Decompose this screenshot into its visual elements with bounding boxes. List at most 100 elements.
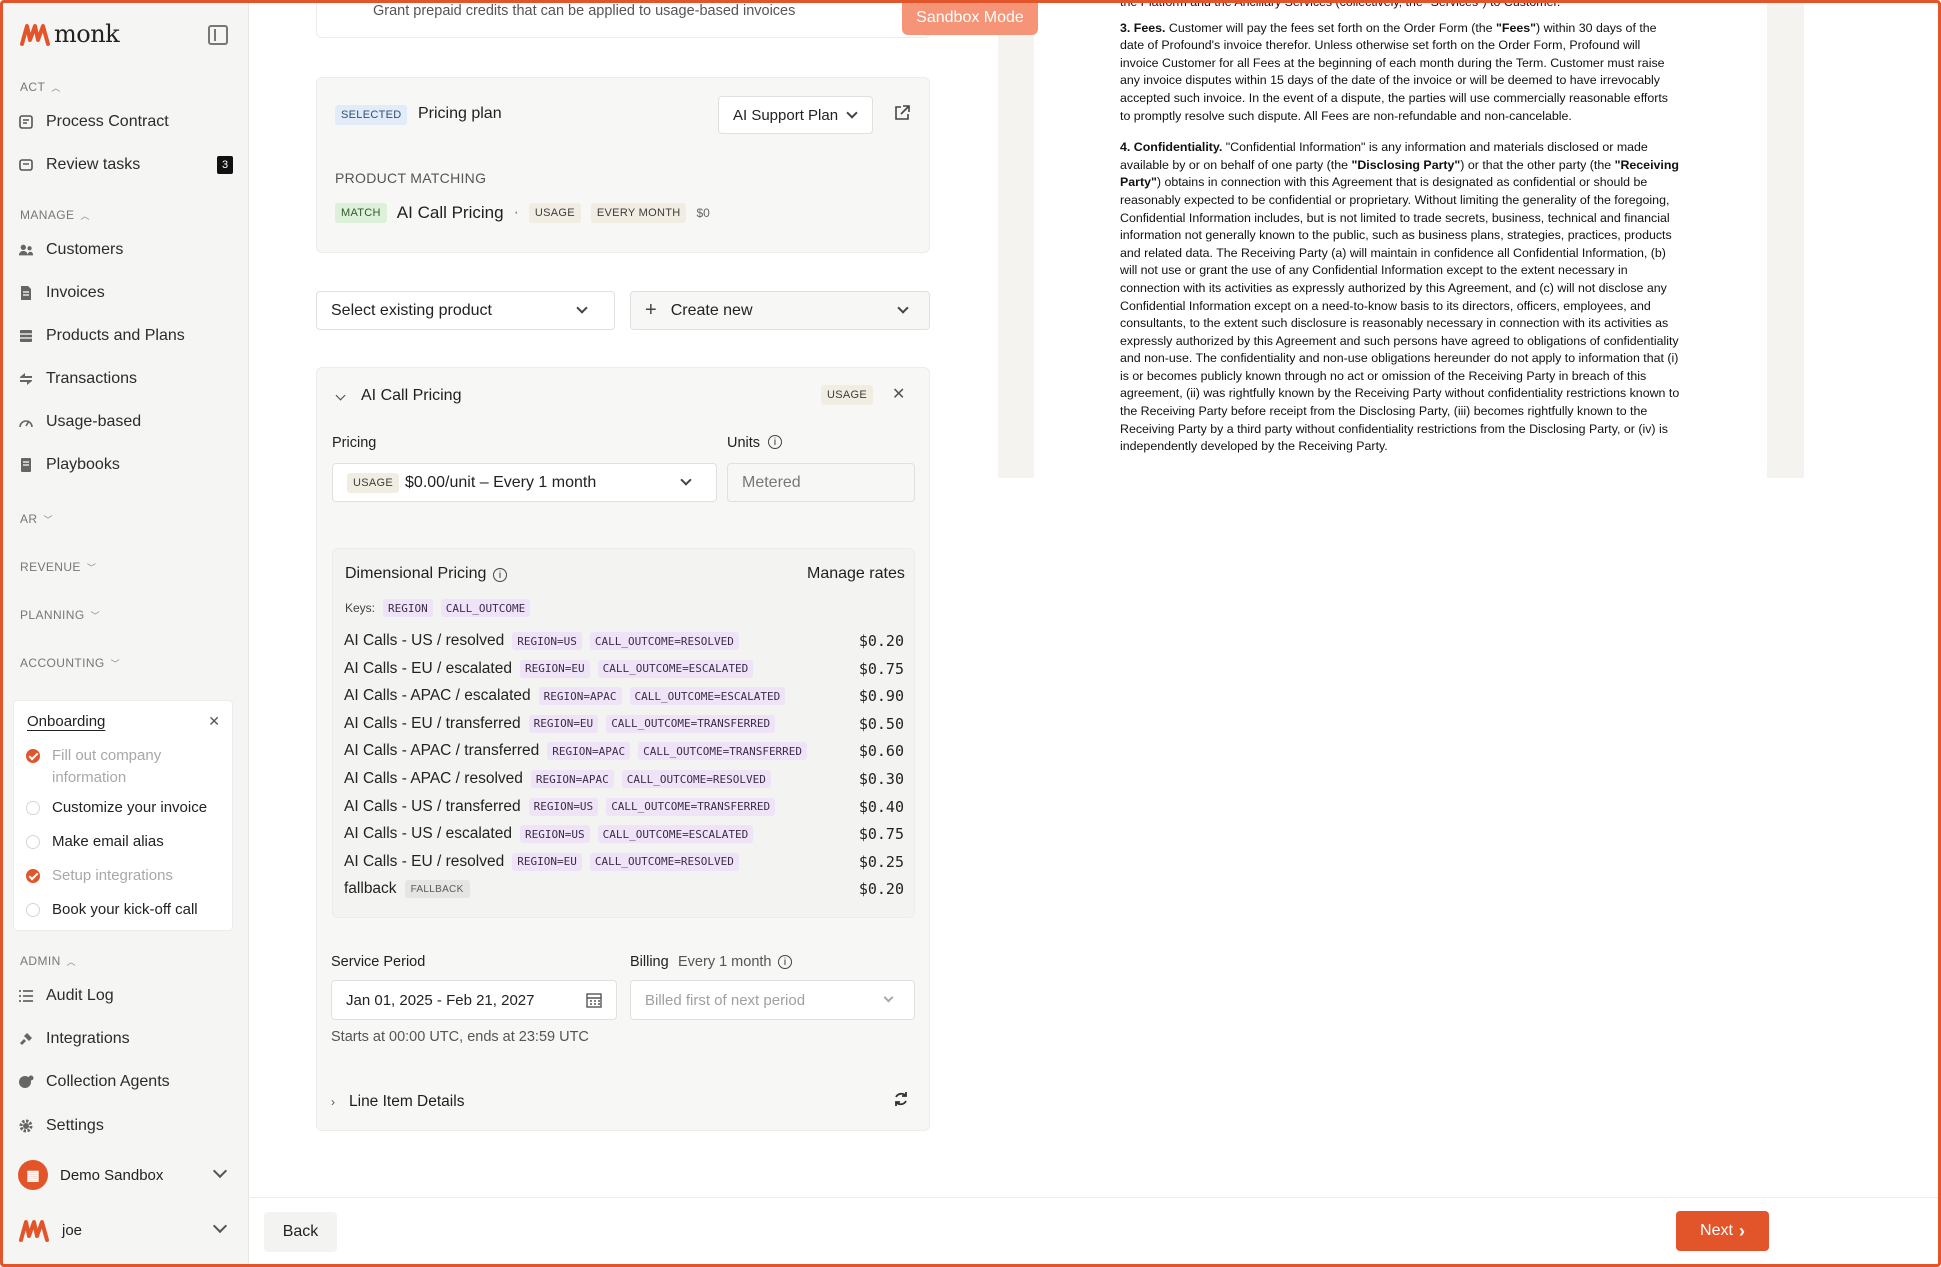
- create-new-product-button[interactable]: + Create new: [630, 291, 930, 330]
- matched-product-name: AI Call Pricing: [396, 203, 504, 222]
- onboarding-item-company-info[interactable]: Fill out company information: [26, 745, 176, 789]
- plan-select[interactable]: AI Support Plan: [718, 96, 873, 134]
- workspace-switcher[interactable]: ▦ Demo Sandbox: [18, 1158, 233, 1192]
- sidebar-item-label: Audit Log: [46, 987, 114, 1004]
- plus-icon: +: [645, 299, 657, 321]
- prepaid-credits-card[interactable]: Grant prepaid credits that can be applie…: [316, 0, 930, 38]
- logo[interactable]: monk: [20, 20, 120, 48]
- external-link-icon[interactable]: [893, 104, 911, 127]
- dimension-tag: CALL_OUTCOME=RESOLVED: [589, 852, 739, 871]
- pricing-label: Pricing: [332, 435, 377, 451]
- list-icon: [18, 988, 34, 1004]
- close-icon[interactable]: ✕: [892, 384, 905, 404]
- info-icon[interactable]: i: [768, 435, 782, 449]
- rate-name: AI Calls - APAC / resolved: [344, 770, 523, 787]
- onboarding-item-integrations[interactable]: Setup integrations: [26, 865, 173, 887]
- back-button[interactable]: Back: [264, 1212, 337, 1252]
- contract-document-page: the Platform and the Ancillary Services …: [1034, 0, 1767, 478]
- service-period-input[interactable]: Jan 01, 2025 - Feb 21, 2027: [331, 980, 617, 1020]
- line-item-details-toggle[interactable]: › Line Item Details: [331, 1090, 915, 1114]
- sidebar-item-collection-agents[interactable]: Collection Agents: [18, 1066, 233, 1098]
- info-icon[interactable]: i: [493, 568, 507, 582]
- sidebar-item-label: Usage-based: [46, 413, 142, 430]
- sidebar-item-customers[interactable]: Customers: [18, 234, 233, 266]
- sidebar-item-audit-log[interactable]: Audit Log: [18, 980, 233, 1012]
- billing-label: Billing: [630, 954, 669, 970]
- sidebar-item-integrations[interactable]: Integrations: [18, 1023, 233, 1055]
- units-field[interactable]: Metered: [727, 463, 915, 502]
- section-act[interactable]: ACT ︿: [20, 80, 61, 94]
- doc-confidentiality-paragraph: 4. Confidentiality. "Confidential Inform…: [1120, 140, 1680, 454]
- rate-value: $0.75: [858, 659, 904, 678]
- gauge-icon: [18, 414, 34, 430]
- manage-rates-link[interactable]: Manage rates: [807, 565, 905, 583]
- info-icon[interactable]: i: [778, 955, 792, 969]
- dimensional-rate-row: AI Calls - US / transferred REGION=US CALL…: [344, 796, 904, 818]
- chevron-right-icon: ›: [1738, 1220, 1745, 1241]
- sidebar-item-products-and-plans[interactable]: Products and Plans: [18, 320, 233, 352]
- dimensional-rate-row: AI Calls - APAC / transferred REGION=APAC…: [344, 740, 904, 762]
- onboarding-panel: Onboarding ✕ Fill out company informatio…: [13, 700, 233, 931]
- user-menu[interactable]: joe: [18, 1213, 233, 1247]
- billing-select[interactable]: Billed first of next period: [630, 980, 915, 1020]
- onboarding-item-kickoff-call[interactable]: Book your kick-off call: [26, 899, 198, 921]
- dimension-tag: REGION=EU: [512, 852, 582, 871]
- selected-badge: SELECTED: [335, 105, 408, 125]
- rate-name: AI Calls - US / transferred: [344, 797, 521, 815]
- sidebar-item-review-tasks[interactable]: Review tasks 3: [18, 149, 233, 181]
- rate-name: AI Calls - EU / escalated: [344, 659, 512, 677]
- rate-value: $0.40: [858, 797, 904, 816]
- select-existing-product[interactable]: Select existing product: [316, 291, 615, 330]
- pricing-plan-card: SELECTED Pricing plan AI Support Plan PR…: [316, 77, 930, 253]
- chevron-down-icon: [212, 1163, 228, 1179]
- rate-name: AI Calls - APAC / transferred: [344, 742, 540, 760]
- sidebar-item-usage-based[interactable]: Usage-based: [18, 406, 233, 438]
- key-badge: CALL_OUTCOME: [440, 599, 531, 617]
- section-admin[interactable]: ADMIN ︿: [20, 954, 76, 968]
- dimension-tag: CALL_OUTCOME=TRANSFERRED: [606, 714, 776, 733]
- sandbox-mode-badge: Sandbox Mode: [902, 0, 1038, 35]
- section-revenue[interactable]: REVENUE ﹀: [20, 560, 96, 574]
- rate-value: $0.90: [858, 687, 904, 706]
- section-ar[interactable]: AR ﹀: [20, 512, 53, 526]
- rate-value: $0.20: [858, 632, 904, 650]
- invoice-icon: [18, 285, 34, 301]
- section-planning[interactable]: PLANNING ﹀: [20, 608, 100, 622]
- collapse-sidebar-icon[interactable]: [208, 25, 228, 45]
- tasks-icon: [18, 157, 34, 173]
- sidebar-item-label: Customers: [46, 241, 124, 258]
- pricing-select[interactable]: USAGE $0.00/unit – Every 1 month: [332, 463, 717, 502]
- collapse-chevron-icon[interactable]: [335, 390, 346, 401]
- section-manage[interactable]: MANAGE ︿: [20, 208, 90, 222]
- dimension-tag: CALL_OUTCOME=TRANSFERRED: [606, 797, 776, 816]
- empty-circle-icon: [26, 903, 40, 917]
- calendar-icon[interactable]: [586, 992, 602, 1012]
- logo-text: monk: [54, 20, 120, 48]
- contract-document-viewer[interactable]: the Platform and the Ancillary Services …: [998, 0, 1804, 478]
- close-icon[interactable]: ✕: [208, 713, 220, 730]
- dimension-tag: CALL_OUTCOME=ESCALATED: [629, 687, 786, 706]
- rate-name: AI Calls - EU / resolved: [344, 852, 505, 870]
- dimensional-rate-row: AI Calls - US / escalated REGION=US CALL_O…: [344, 823, 904, 845]
- sidebar-item-label: Process Contract: [46, 113, 169, 130]
- chevron-right-icon: ›: [331, 1095, 335, 1109]
- dimensional-pricing-title: Dimensional Pricing: [345, 565, 487, 582]
- sidebar-item-invoices[interactable]: Invoices: [18, 277, 233, 309]
- sidebar-item-settings[interactable]: Settings: [18, 1110, 233, 1142]
- onboarding-item-email-alias[interactable]: Make email alias: [26, 831, 164, 853]
- next-button[interactable]: Next ›: [1676, 1211, 1769, 1251]
- sidebar-item-process-contract[interactable]: Process Contract: [18, 106, 233, 138]
- dimension-tag: CALL_OUTCOME=ESCALATED: [597, 825, 754, 844]
- dimensional-rate-row: AI Calls - APAC / resolved REGION=APAC CAL…: [344, 768, 904, 790]
- section-accounting[interactable]: ACCOUNTING ﹀: [20, 656, 120, 670]
- refresh-icon[interactable]: [892, 1090, 910, 1113]
- sidebar-item-playbooks[interactable]: Playbooks: [18, 449, 233, 481]
- agent-icon: [18, 1074, 34, 1090]
- rate-name: fallback: [344, 880, 397, 898]
- chevron-down-icon: [212, 1218, 228, 1234]
- onboarding-title[interactable]: Onboarding: [27, 713, 105, 730]
- dimension-tag: REGION=US: [519, 825, 590, 844]
- sidebar-item-transactions[interactable]: Transactions: [18, 363, 233, 395]
- onboarding-item-customize-invoice[interactable]: Customize your invoice: [26, 797, 207, 819]
- sidebar-item-label: Playbooks: [46, 456, 120, 473]
